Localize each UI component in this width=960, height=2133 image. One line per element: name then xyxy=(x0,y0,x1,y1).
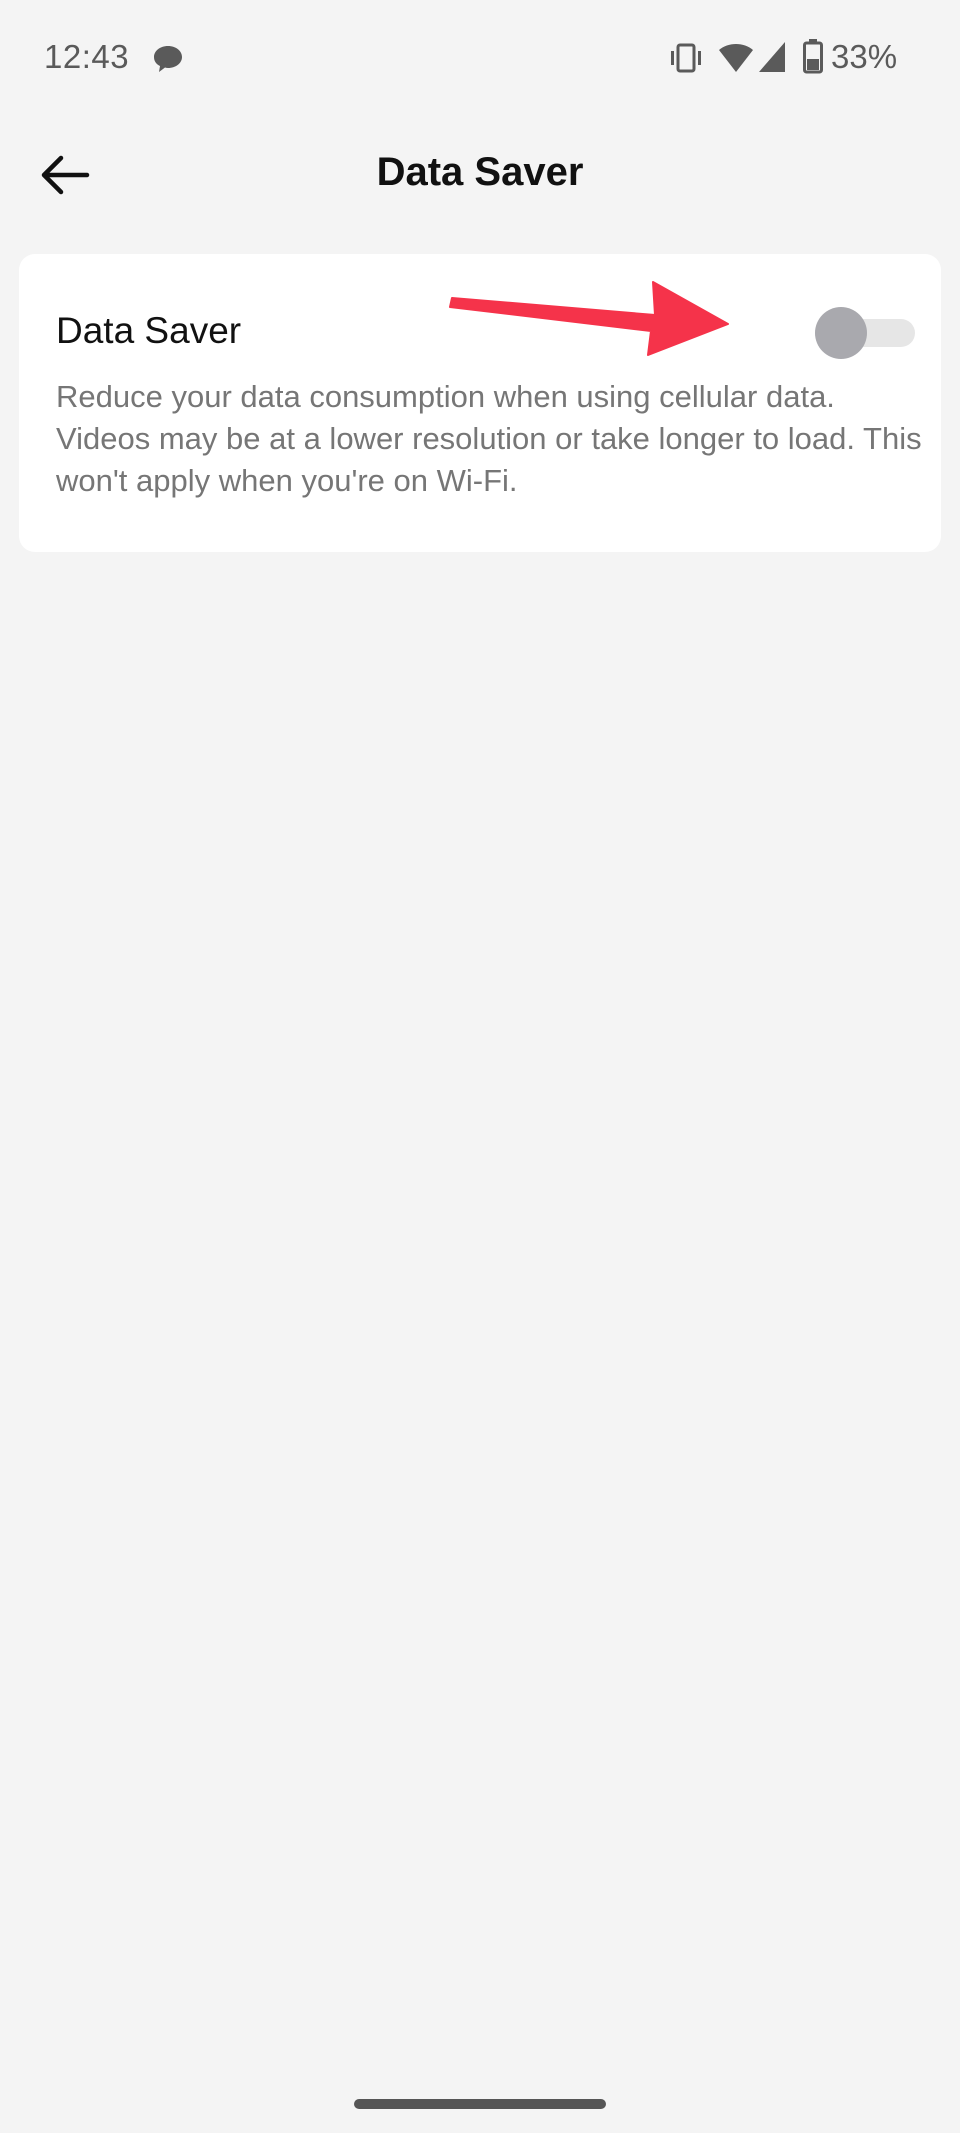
top-app-bar: Data Saver xyxy=(0,110,960,240)
chat-bubble-icon xyxy=(154,46,182,72)
toggle-knob xyxy=(815,307,867,359)
page-title: Data Saver xyxy=(376,150,584,194)
home-indicator[interactable] xyxy=(354,2099,606,2109)
battery-icon xyxy=(803,39,823,74)
setting-title: Data Saver xyxy=(56,310,242,351)
battery-percentage: 33% xyxy=(831,38,898,75)
setting-description: Reduce your data consumption when using … xyxy=(56,379,922,498)
red-arrow-annotation-icon xyxy=(449,281,729,356)
status-time: 12:43 xyxy=(44,38,130,75)
vibrate-icon xyxy=(671,43,701,73)
data-saver-toggle[interactable] xyxy=(795,304,915,360)
status-bar: 12:43 33% xyxy=(0,0,960,110)
cell-signal-icon xyxy=(759,42,785,72)
wifi-icon xyxy=(719,44,753,72)
